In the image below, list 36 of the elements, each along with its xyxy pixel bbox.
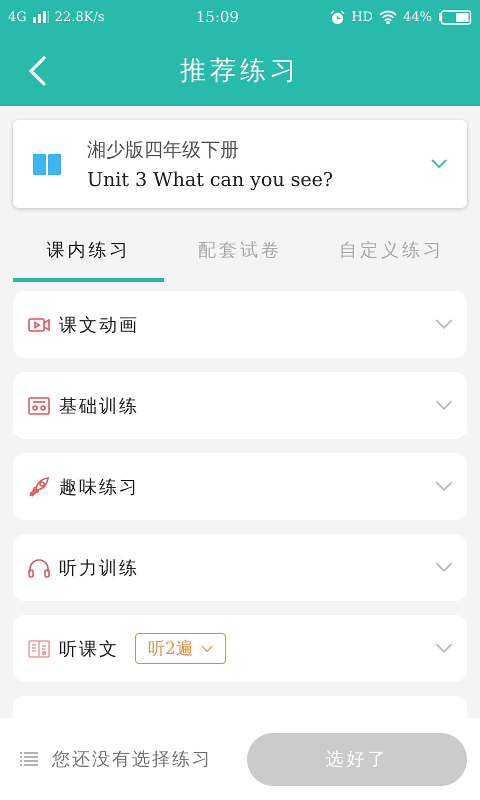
caret-icon	[200, 644, 213, 652]
wifi-icon	[379, 10, 398, 24]
unit-title: Unit 3 What can you see?	[87, 169, 334, 191]
section-label: 课文动画	[59, 314, 139, 336]
battery-percent: 44%	[403, 10, 432, 24]
exercise-section[interactable]: 趣味练习	[13, 453, 467, 520]
exercise-section[interactable]: 基础训练	[13, 372, 467, 439]
section-label: 趣味练习	[59, 476, 139, 498]
chevron-down-icon	[435, 319, 453, 330]
exercise-section[interactable]: 课文动画	[13, 291, 467, 358]
section-label: 基础训练	[59, 394, 139, 418]
hd-indicator: HD	[351, 10, 374, 24]
page-title: 推荐练习	[180, 54, 300, 88]
network-speed: 22.8K/s	[54, 10, 104, 24]
exercise-section[interactable]: 听课文 听2遍	[13, 615, 467, 682]
chevron-down-icon	[435, 562, 453, 573]
chevron-down-icon	[435, 643, 453, 654]
battery-icon	[438, 10, 472, 24]
clock: 15:09	[196, 8, 239, 26]
book-icon	[33, 153, 61, 175]
back-icon[interactable]	[26, 56, 48, 86]
signal-icon	[32, 11, 49, 23]
list-icon	[20, 752, 38, 766]
chevron-down-icon	[431, 159, 447, 169]
tab[interactable]: 课内练习	[13, 226, 164, 282]
exercise-section[interactable]: 听力训练	[13, 534, 467, 601]
section-label: 听力训练	[59, 556, 139, 580]
section-label: 听课文	[59, 638, 119, 660]
rocket-icon	[27, 474, 51, 498]
chevron-down-icon	[435, 400, 453, 411]
textbook-selector[interactable]: 湘少版四年级下册 Unit 3 What can you see?	[13, 120, 467, 208]
alarm-icon	[330, 10, 346, 24]
chevron-down-icon	[435, 481, 453, 492]
textbook-edition: 湘少版四年级下册	[87, 138, 240, 163]
selection-hint: 您还没有选择练习	[52, 748, 213, 771]
network-type: 4G	[8, 10, 27, 24]
